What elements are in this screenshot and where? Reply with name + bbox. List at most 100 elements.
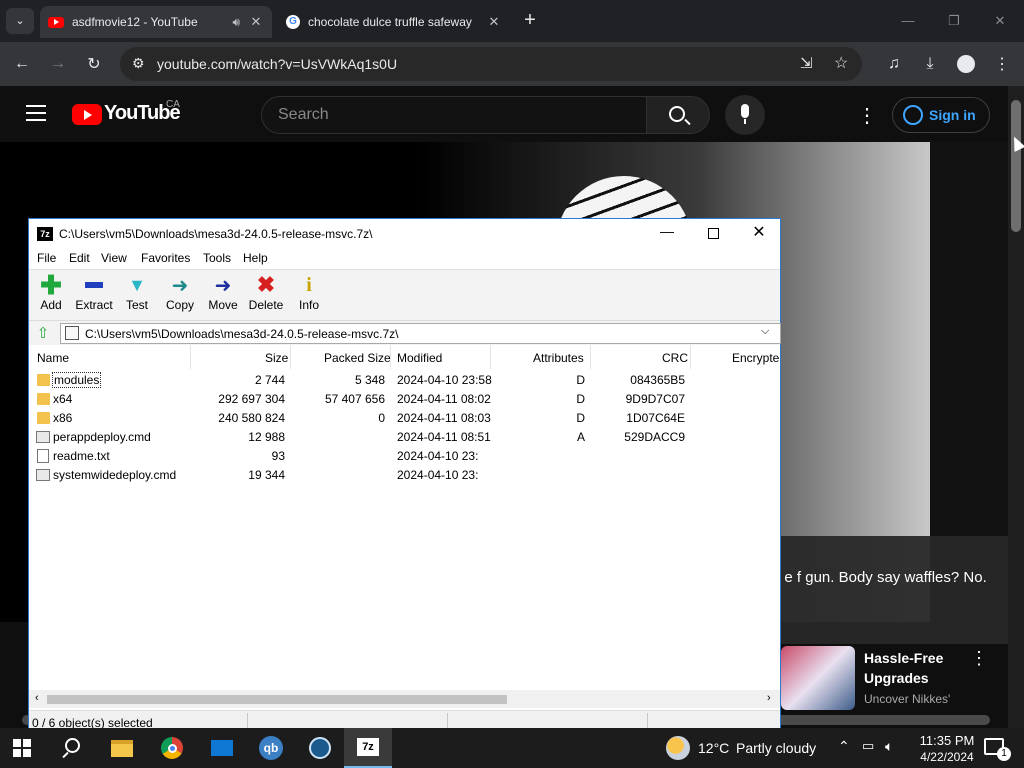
recommended-channel[interactable]: Uncover Nikkes' [864, 692, 950, 706]
path-text: C:\Users\vm5\Downloads\mesa3d-24.0.5-rel… [85, 327, 399, 341]
search-input[interactable]: Search [261, 96, 647, 134]
steam-icon[interactable] [304, 732, 336, 764]
bookmark-star-icon[interactable]: ☆ [834, 53, 848, 73]
scroll-right-icon[interactable]: › [767, 692, 771, 704]
clock-time[interactable]: 11:35 PM [912, 733, 982, 748]
profile-icon[interactable] [952, 50, 980, 78]
column-size[interactable]: Size [265, 351, 288, 365]
column-modified[interactable]: Modified [397, 351, 442, 365]
extract-button[interactable]: Extract [72, 272, 116, 320]
tab-search-button[interactable]: ⌄ [6, 8, 34, 34]
sevenzip-titlebar[interactable]: 7z C:\Users\vm5\Downloads\mesa3d-24.0.5-… [29, 219, 780, 249]
search-button[interactable] [646, 96, 710, 134]
sevenzip-close-button[interactable]: ✕ [741, 222, 777, 244]
file-row[interactable]: x86 240 580 824 0 2024-04-11 08:03 D 1D0… [29, 409, 780, 428]
file-modified: 2024-04-11 08:03 [397, 411, 491, 425]
delete-button[interactable]: ✖ Delete [244, 272, 288, 320]
tab-google[interactable]: G chocolate dulce truffle safeway ✕ [278, 6, 510, 38]
move-button[interactable]: ➜ Move [201, 272, 245, 320]
qbittorrent-icon[interactable]: qb [255, 732, 287, 764]
column-encrypted[interactable]: Encrypte [732, 351, 779, 365]
hamburger-menu-icon[interactable] [26, 105, 46, 121]
file-packed-size: 0 [378, 411, 385, 425]
menu-view[interactable]: View [101, 251, 127, 265]
menu-edit[interactable]: Edit [69, 251, 90, 265]
file-explorer-icon[interactable] [106, 732, 138, 764]
address-bar[interactable]: ⚙ youtube.com/watch?v=UsVWkAq1s0U ⇲ ☆ [120, 47, 862, 81]
recommended-more-icon[interactable]: ⋮ [970, 648, 988, 669]
weather-temperature[interactable]: 12°C [698, 740, 729, 756]
file-row[interactable]: perappdeploy.cmd 12 988 2024-04-11 08:51… [29, 428, 780, 447]
up-folder-icon[interactable]: ⇧ [34, 324, 52, 342]
network-icon[interactable]: ▭ [862, 738, 874, 754]
path-combobox[interactable]: C:\Users\vm5\Downloads\mesa3d-24.0.5-rel… [60, 323, 781, 344]
install-app-icon[interactable]: ⇲ [800, 54, 813, 72]
search-icon[interactable] [56, 732, 88, 764]
file-list[interactable]: Name Size Packed Size Modified Attribute… [29, 345, 780, 690]
account-icon [903, 105, 923, 125]
download-icon[interactable]: ⤓ [916, 50, 944, 78]
close-tab-icon[interactable]: ✕ [248, 14, 264, 30]
tray-overflow-icon[interactable]: ⌃ [838, 738, 850, 755]
site-info-icon[interactable]: ⚙ [132, 55, 145, 72]
add-button[interactable]: ✚ Add [29, 272, 73, 320]
sevenzip-taskbar-icon[interactable]: 7z [344, 728, 392, 768]
chevron-down-icon[interactable]: ⌵ [761, 325, 769, 338]
sevenzip-maximize-button[interactable] [695, 223, 731, 245]
settings-more-icon[interactable]: ⋮ [857, 103, 877, 128]
volume-muted-icon[interactable]: 🔈︎ [885, 738, 893, 755]
url-text[interactable]: youtube.com/watch?v=UsVWkAq1s0U [157, 56, 397, 72]
test-button[interactable]: ▼ Test [115, 272, 159, 320]
youtube-logo-icon[interactable] [72, 104, 102, 125]
microphone-icon [741, 104, 749, 118]
info-button[interactable]: i Info [287, 272, 331, 320]
scrollbar-thumb[interactable] [1011, 100, 1021, 232]
menu-file[interactable]: File [37, 251, 56, 265]
sevenzip-horizontal-scrollbar[interactable]: ‹ › [29, 690, 780, 708]
chrome-menu-icon[interactable]: ⋮ [988, 50, 1016, 78]
column-packed-size[interactable]: Packed Size [324, 351, 391, 365]
menu-help[interactable]: Help [243, 251, 268, 265]
browser-toolbar: ← → ↻ ⚙ youtube.com/watch?v=UsVWkAq1s0U … [0, 42, 1024, 86]
sevenzip-scrollbar-thumb[interactable] [47, 695, 507, 704]
new-tab-button[interactable]: + [518, 8, 542, 32]
file-row[interactable]: x64 292 697 304 57 407 656 2024-04-11 08… [29, 390, 780, 409]
menu-tools[interactable]: Tools [203, 251, 231, 265]
back-button[interactable]: ← [8, 50, 36, 78]
file-row[interactable]: systemwidedeploy.cmd 19 344 2024-04-10 2… [29, 466, 780, 485]
copy-button[interactable]: ➜ Copy [158, 272, 202, 320]
recommended-thumbnail[interactable] [781, 646, 855, 710]
restore-button[interactable]: ❐ [932, 8, 976, 34]
media-controls-icon[interactable]: ♫ [880, 50, 908, 78]
sevenzip-minimize-button[interactable]: — [649, 223, 685, 245]
close-tab-icon[interactable]: ✕ [486, 14, 502, 30]
audio-icon[interactable]: 🔊︎ [232, 15, 240, 30]
minimize-button[interactable]: — [886, 8, 930, 34]
voice-search-button[interactable] [725, 95, 765, 135]
forward-button[interactable]: → [44, 50, 72, 78]
column-crc[interactable]: CRC [662, 351, 688, 365]
chrome-icon[interactable] [156, 732, 188, 764]
mail-icon[interactable] [206, 732, 238, 764]
reload-button[interactable]: ↻ [80, 50, 108, 78]
recommended-title[interactable]: Hassle-Free Upgrades [864, 648, 964, 688]
file-size: 240 580 824 [218, 411, 285, 425]
file-row[interactable]: modules 2 744 5 348 2024-04-10 23:58 D 0… [29, 371, 780, 390]
column-name[interactable]: Name [37, 351, 69, 365]
start-button[interactable] [6, 732, 38, 764]
file-row[interactable]: readme.txt 93 2024-04-10 23: [29, 447, 780, 466]
weather-icon[interactable] [666, 736, 690, 760]
file-crc: 9D9D7C07 [625, 392, 685, 406]
scroll-left-icon[interactable]: ‹ [35, 692, 39, 704]
page-scrollbar[interactable] [1008, 86, 1024, 728]
close-window-button[interactable]: ✕ [978, 8, 1022, 34]
file-attributes: D [576, 392, 585, 406]
sign-in-button[interactable]: Sign in [892, 97, 990, 133]
tab-youtube[interactable]: asdfmovie12 - YouTube 🔊︎ ✕ [40, 6, 272, 38]
file-crc: 1D07C64E [626, 411, 685, 425]
clock-date[interactable]: 4/22/2024 [912, 750, 982, 764]
menu-favorites[interactable]: Favorites [141, 251, 190, 265]
column-attributes[interactable]: Attributes [533, 351, 584, 365]
weather-condition[interactable]: Partly cloudy [736, 740, 816, 756]
file-size: 19 344 [248, 468, 285, 482]
